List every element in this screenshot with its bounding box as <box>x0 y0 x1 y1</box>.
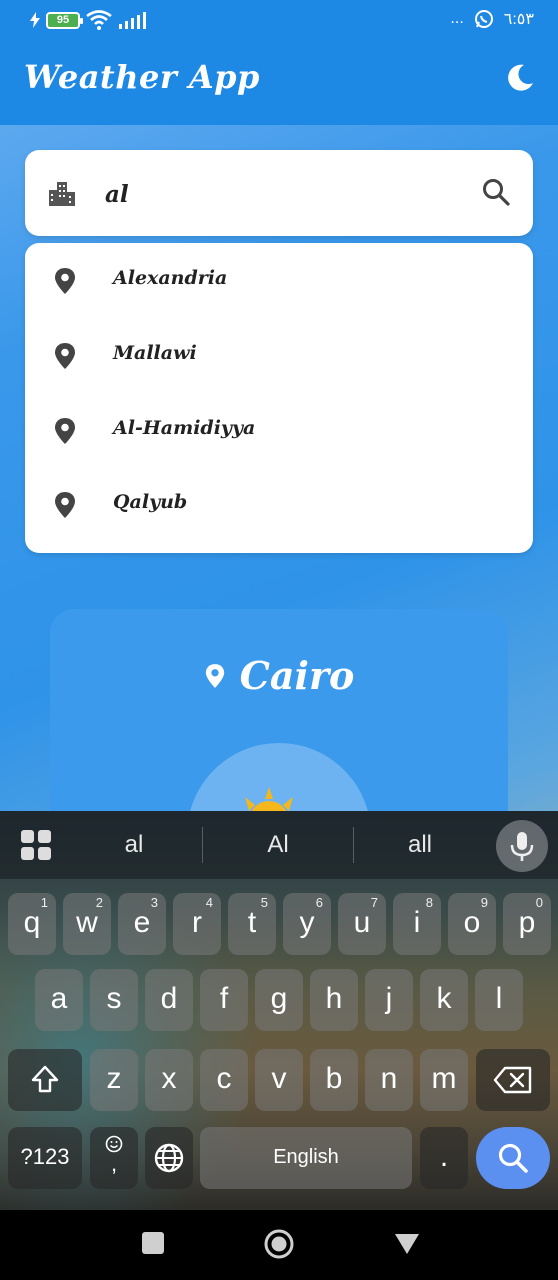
charging-icon <box>30 12 40 28</box>
suggestion-divider <box>353 827 354 863</box>
whatsapp-icon <box>474 10 493 28</box>
dark-mode-moon-icon[interactable] <box>504 62 536 94</box>
voice-input-button[interactable] <box>496 820 548 872</box>
language-key[interactable] <box>145 1127 193 1189</box>
key-f[interactable]: f <box>200 969 248 1031</box>
search-icon[interactable] <box>481 177 511 207</box>
battery-icon: 95 <box>46 11 83 29</box>
key-z[interactable]: z <box>90 1049 138 1111</box>
location-pin-icon <box>205 663 224 688</box>
keyboard-menu-grid-icon[interactable] <box>20 829 52 861</box>
backspace-key[interactable] <box>476 1049 550 1111</box>
suggestion-label: Qalyub <box>113 491 188 513</box>
location-pin-icon <box>55 268 75 294</box>
key-h[interactable]: h <box>310 969 358 1031</box>
globe-icon <box>154 1143 184 1173</box>
suggestion-label: Al-Hamidiyya <box>113 417 256 439</box>
key-c[interactable]: c <box>200 1049 248 1111</box>
microphone-icon <box>510 832 534 861</box>
suggestion-item[interactable]: Mallawi <box>25 318 533 392</box>
status-left: 95 <box>30 10 146 30</box>
key-g[interactable]: g <box>255 969 303 1031</box>
key-w[interactable]: w2 <box>63 893 111 955</box>
location-pin-icon <box>55 343 75 369</box>
backspace-icon <box>493 1066 532 1094</box>
app-bar: 95 ... ٦:٥٣ Weather App <box>0 0 558 125</box>
city-search-field[interactable] <box>25 150 533 236</box>
key-r[interactable]: r4 <box>173 893 221 955</box>
keyboard-suggestion-bar: al Al all <box>0 811 558 879</box>
key-q[interactable]: q1 <box>8 893 56 955</box>
search-input[interactable] <box>105 172 475 216</box>
search-icon <box>498 1143 528 1173</box>
suggestion-label: Mallawi <box>113 342 197 364</box>
home-circle-icon[interactable] <box>264 1229 294 1259</box>
key-p[interactable]: p0 <box>503 893 551 955</box>
suggestion-divider <box>202 827 203 863</box>
key-d[interactable]: d <box>145 969 193 1031</box>
comma-label: , <box>110 1151 118 1176</box>
recent-apps-square-icon[interactable] <box>142 1232 164 1254</box>
key-l[interactable]: l <box>475 969 523 1031</box>
word-suggestion[interactable]: al <box>74 831 194 859</box>
key-e[interactable]: e3 <box>118 893 166 955</box>
notification-dots: ... <box>450 10 464 27</box>
back-triangle-icon[interactable] <box>394 1232 420 1256</box>
signal-icon <box>119 12 146 29</box>
key-x[interactable]: x <box>145 1049 193 1111</box>
card-city-header: Cairo <box>50 653 508 698</box>
word-suggestion[interactable]: all <box>360 831 480 859</box>
keyboard-search-key[interactable] <box>476 1127 550 1189</box>
space-key[interactable]: English <box>200 1127 412 1189</box>
key-y[interactable]: y6 <box>283 893 331 955</box>
status-right: ... ٦:٥٣ <box>450 9 534 29</box>
soft-keyboard: al Al all q1 w2 e3 r4 t5 y6 u7 i8 o9 p0 … <box>0 811 558 1210</box>
system-navigation-bar <box>0 1210 558 1280</box>
shift-arrow-icon <box>31 1065 59 1093</box>
shift-key[interactable] <box>8 1049 82 1111</box>
wifi-icon <box>86 10 112 30</box>
key-t[interactable]: t5 <box>228 893 276 955</box>
key-n[interactable]: n <box>365 1049 413 1111</box>
period-key[interactable]: . <box>420 1127 468 1189</box>
city-buildings-icon <box>49 182 75 206</box>
suggestion-item[interactable]: Qalyub <box>25 467 533 541</box>
status-time: ٦:٥٣ <box>503 11 534 28</box>
word-suggestion[interactable]: Al <box>218 831 338 859</box>
symbols-key[interactable]: ?123 <box>8 1127 82 1189</box>
key-v[interactable]: v <box>255 1049 303 1111</box>
key-i[interactable]: i8 <box>393 893 441 955</box>
emoji-comma-key[interactable]: , <box>90 1127 138 1189</box>
key-k[interactable]: k <box>420 969 468 1031</box>
key-s[interactable]: s <box>90 969 138 1031</box>
suggestion-label: Alexandria <box>113 267 228 289</box>
key-a[interactable]: a <box>35 969 83 1031</box>
key-b[interactable]: b <box>310 1049 358 1111</box>
key-m[interactable]: m <box>420 1049 468 1111</box>
location-pin-icon <box>55 492 75 518</box>
suggestion-item[interactable]: Alexandria <box>25 243 533 317</box>
suggestion-item[interactable]: Al-Hamidiyya <box>25 393 533 467</box>
key-o[interactable]: o9 <box>448 893 496 955</box>
city-suggestions-list: Alexandria Mallawi Al-Hamidiyya Qalyub <box>25 243 533 553</box>
key-u[interactable]: u7 <box>338 893 386 955</box>
card-city-name: Cairo <box>239 653 355 698</box>
app-title: Weather App <box>24 58 260 96</box>
status-bar: 95 ... ٦:٥٣ <box>0 0 558 40</box>
key-j[interactable]: j <box>365 969 413 1031</box>
location-pin-icon <box>55 418 75 444</box>
